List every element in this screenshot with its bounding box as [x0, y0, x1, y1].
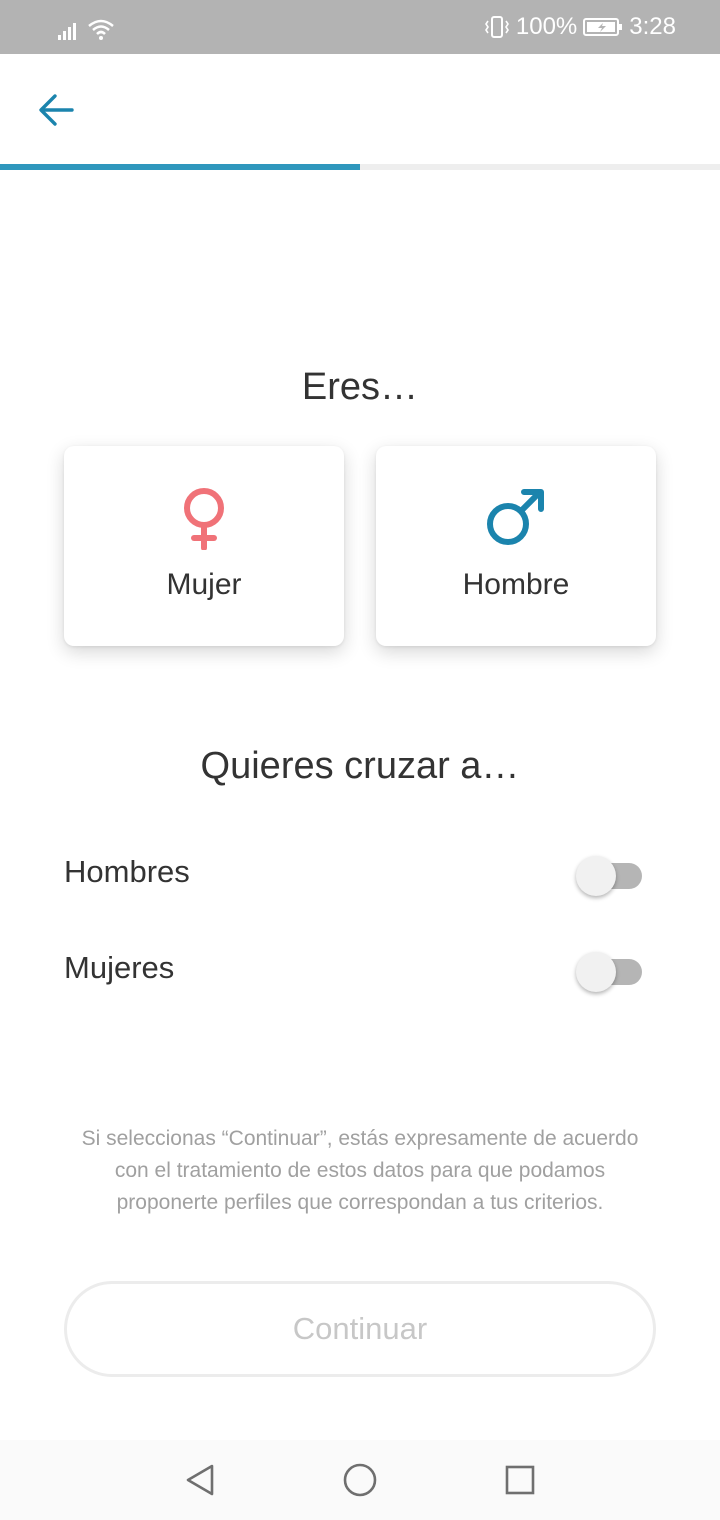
toggle-thumb: [576, 952, 616, 992]
wifi-icon: [88, 19, 114, 40]
progress-bar: [0, 164, 720, 170]
toggle-row-hombres: Hombres: [64, 842, 656, 902]
consent-disclaimer: Si seleccionas “Continuar”, estás expres…: [81, 1127, 639, 1214]
nav-home-icon: [343, 1463, 377, 1497]
system-nav-bar: [0, 1440, 720, 1520]
continue-button[interactable]: Continuar: [64, 1281, 656, 1377]
nav-recent-icon: [505, 1465, 535, 1495]
female-symbol-icon: [184, 488, 224, 550]
toggle-row-mujeres: Mujeres: [64, 938, 656, 998]
nav-home-button[interactable]: [338, 1458, 382, 1502]
arrow-left-icon: [39, 94, 74, 126]
interest-question-title: Quieres cruzar a…: [200, 745, 520, 787]
toggle-mujeres[interactable]: [576, 950, 642, 992]
signal-icon: [58, 23, 76, 40]
toggle-label: Hombres: [64, 854, 190, 889]
male-symbol-icon: [487, 489, 544, 545]
status-bar: 100% 3:28: [0, 0, 720, 54]
gender-option-mujer[interactable]: Mujer: [64, 446, 344, 646]
clock: 3:28: [629, 13, 676, 40]
status-right: 100% 3:28: [484, 12, 676, 42]
gender-option-label: Mujer: [166, 568, 242, 601]
app-bar: [0, 54, 720, 166]
gender-option-hombre[interactable]: Hombre: [376, 446, 656, 646]
vibrate-icon: [484, 16, 509, 38]
battery-percent: 100%: [515, 13, 578, 40]
nav-back-button[interactable]: [178, 1458, 222, 1502]
nav-recent-button[interactable]: [498, 1458, 542, 1502]
toggle-hombres[interactable]: [576, 854, 642, 896]
gender-option-label: Hombre: [462, 568, 570, 601]
battery-icon: [583, 18, 623, 36]
progress-fill: [0, 164, 360, 170]
toggle-label: Mujeres: [64, 950, 175, 985]
back-button[interactable]: [28, 84, 84, 136]
toggle-thumb: [576, 856, 616, 896]
nav-back-icon: [186, 1464, 214, 1496]
gender-question-title: Eres…: [301, 366, 419, 408]
status-left: [58, 14, 114, 40]
